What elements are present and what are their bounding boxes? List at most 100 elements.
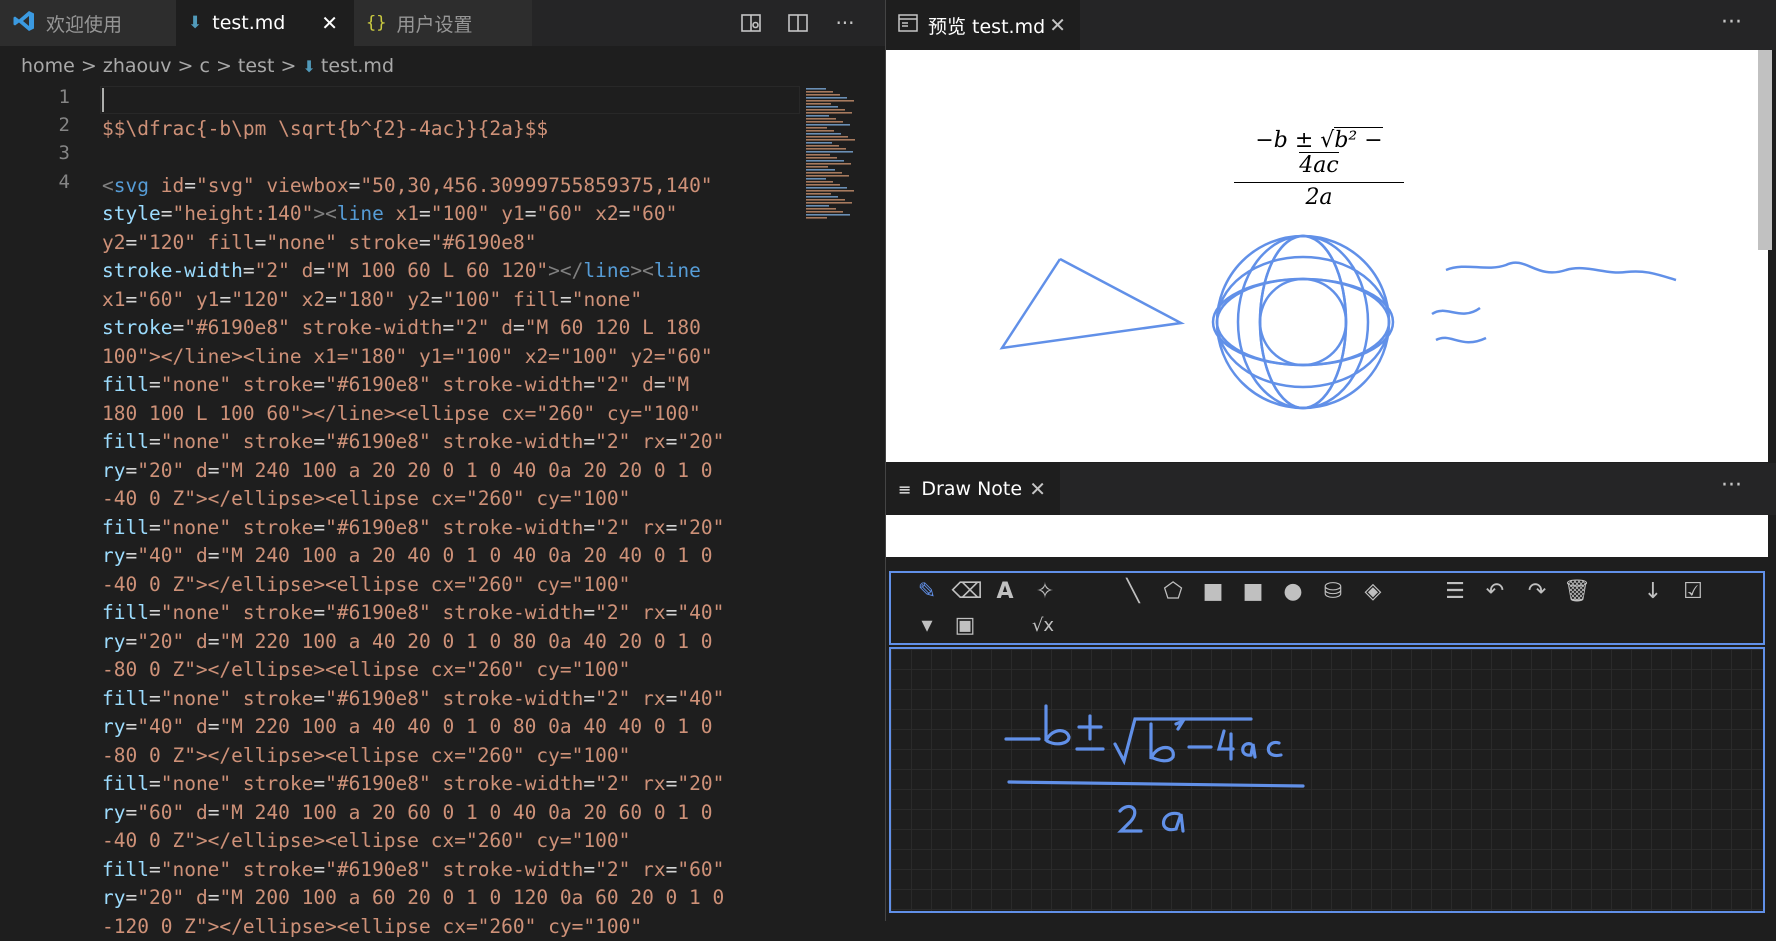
pencil-icon[interactable]: ✎: [913, 577, 941, 605]
code-wrapped-line: y2="120" fill="none" stroke="#6190e8": [102, 229, 802, 258]
tab-draw-note[interactable]: ≡ Draw Note ✕: [886, 463, 1060, 515]
draw-toolbar: ✎ ⌫ A ✧ ╲ ⬠ ■ ■ ● ⛁ ◈ ☰ ↶ ↷ 🗑 ↓ ☑ ▾ ▣ √x: [889, 571, 1765, 645]
filled-rectangle-icon[interactable]: ■: [1239, 577, 1267, 605]
more-actions-icon[interactable]: ···: [1721, 10, 1742, 35]
tab-test-md[interactable]: ⬇ test.md ✕: [176, 0, 354, 46]
sqrt-x-icon[interactable]: √x: [1029, 611, 1057, 639]
vscode-logo-icon: [12, 9, 36, 38]
code-wrapped-line: ry="20" d="M 220 100 a 40 20 0 1 0 80 0a…: [102, 628, 802, 657]
breadcrumb-item[interactable]: zhaouv: [103, 55, 172, 77]
minimap-line: [806, 112, 852, 114]
close-icon[interactable]: ✕: [1029, 477, 1046, 501]
preview-icon: [898, 14, 918, 37]
tab-welcome[interactable]: 欢迎使用: [0, 0, 176, 46]
undo-icon[interactable]: ↶: [1481, 577, 1509, 605]
markdown-preview[interactable]: [886, 50, 1768, 462]
drawing-canvas[interactable]: [889, 647, 1765, 913]
line-number: 2: [0, 114, 70, 136]
cylinder-icon[interactable]: ⛁: [1319, 577, 1347, 605]
minimap-line: [806, 196, 838, 198]
tab-user-settings[interactable]: {} 用户设置: [354, 0, 532, 46]
formula-numerator: −b ±: [1255, 128, 1313, 153]
line-icon[interactable]: ╲: [1119, 577, 1147, 605]
wave-stroke: [1436, 338, 1486, 342]
preview-drawing: [886, 50, 1768, 462]
record-icon[interactable]: ▣: [951, 611, 979, 639]
minimap-line: [806, 127, 827, 129]
code-wrapped-line: ry="20" d="M 240 100 a 20 20 0 1 0 40 0a…: [102, 457, 802, 486]
circle-icon[interactable]: ●: [1279, 577, 1307, 605]
breadcrumb-item[interactable]: test.md: [321, 55, 394, 77]
minimap-line: [806, 154, 830, 156]
code-wrapped-line: fill="none" stroke="#6190e8" stroke-widt…: [102, 685, 802, 714]
minimap-line: [806, 94, 840, 96]
download-icon[interactable]: ↓: [1639, 577, 1667, 605]
code-wrapped-line: fill="none" stroke="#6190e8" stroke-widt…: [102, 856, 802, 885]
minimap-line: [806, 169, 835, 171]
minimap-line: [806, 163, 851, 165]
trash-icon[interactable]: 🗑: [1563, 577, 1591, 605]
draw-note-input-area[interactable]: [886, 515, 1768, 557]
minimap-line: [806, 145, 839, 147]
checkbox-icon[interactable]: ☑: [1679, 577, 1707, 605]
line-number: 4: [0, 171, 70, 193]
close-icon[interactable]: ✕: [321, 11, 338, 35]
tab-preview[interactable]: 预览 test.md ✕: [886, 0, 1080, 50]
text-icon[interactable]: A: [991, 577, 1019, 605]
minimap-line: [806, 205, 829, 207]
minimap-line: [806, 130, 834, 132]
breadcrumb: home > zhaouv > c > test > ⬇ test.md: [0, 46, 885, 86]
eraser-icon[interactable]: ⌫: [953, 577, 981, 605]
minimap-line: [806, 103, 831, 105]
minimap-line: [806, 142, 832, 144]
handwritten-formula: [891, 649, 1763, 911]
code-wrapped-line: fill="none" stroke="#6190e8" stroke-widt…: [102, 599, 802, 628]
code-wrapped-line: ry="40" d="M 220 100 a 40 40 0 1 0 80 0a…: [102, 713, 802, 742]
minimap-line: [806, 199, 845, 201]
line-number: 3: [0, 142, 70, 164]
sliders-icon[interactable]: ☰: [1441, 577, 1469, 605]
minimap-line: [806, 175, 849, 177]
tab-label: Draw Note: [921, 478, 1022, 500]
code-wrapped-line: -80 0 Z"></ellipse><ellipse cx="260" cy=…: [102, 742, 802, 771]
tab-label: 用户设置: [396, 10, 472, 37]
close-icon[interactable]: ✕: [1049, 13, 1066, 37]
polygon-icon[interactable]: ⬠: [1159, 577, 1187, 605]
preview-scrollbar[interactable]: [1758, 50, 1772, 250]
breadcrumb-item[interactable]: test: [238, 55, 275, 77]
magic-wand-icon[interactable]: ✧: [1031, 577, 1059, 605]
redo-icon[interactable]: ↷: [1523, 577, 1551, 605]
open-preview-side-icon[interactable]: [738, 10, 764, 36]
more-actions-icon[interactable]: ···: [1721, 473, 1742, 498]
minimap-line: [806, 115, 829, 117]
preview-tab-bar: 预览 test.md ✕ ···: [886, 0, 1776, 50]
minimap-line: [806, 151, 853, 153]
code-wrapped-line: ry="20" d="M 200 100 a 60 20 0 1 0 120 0…: [102, 884, 802, 913]
rendered-formula: −b ± √b² − 4ac 2a: [1234, 128, 1404, 210]
code-wrapped-line: stroke="#6190e8" stroke-width="2" d="M 6…: [102, 314, 802, 343]
code-wrapped-line: -80 0 Z"></ellipse><ellipse cx="260" cy=…: [102, 656, 802, 685]
code-wrapped-line: -40 0 Z"></ellipse><ellipse cx="260" cy=…: [102, 827, 802, 856]
triangle-shape: [1002, 259, 1181, 348]
breadcrumb-item[interactable]: home: [21, 55, 75, 77]
code-wrapped-line: ry="40" d="M 240 100 a 20 40 0 1 0 40 0a…: [102, 542, 802, 571]
breadcrumb-item[interactable]: c: [199, 55, 209, 77]
code-wrapped-line: <svg id="svg" viewbox="50,30,456.3099975…: [102, 172, 802, 201]
layers-icon[interactable]: ◈: [1359, 577, 1387, 605]
tab-label: test.md: [212, 12, 285, 34]
collapse-icon[interactable]: ▾: [913, 611, 941, 639]
minimap-line: [806, 157, 837, 159]
minimap-line: [806, 106, 838, 108]
formula-denominator: 2a: [1234, 183, 1404, 210]
code-editor[interactable]: 1 2 3 4 $$\dfrac{-b\pm \sqrt{b^{2}-4ac}}…: [0, 86, 885, 921]
sphere-shape: [1213, 236, 1393, 408]
minimap-line: [806, 208, 836, 210]
minimap[interactable]: [804, 86, 856, 226]
code-line-3: [102, 143, 802, 172]
more-actions-icon[interactable]: ···: [832, 10, 858, 36]
code-content[interactable]: $$\dfrac{-b\pm \sqrt{b^{2}-4ac}}{2a}$$ <…: [102, 86, 802, 941]
minimap-line: [806, 184, 840, 186]
code-wrapped-line: -40 0 Z"></ellipse><ellipse cx="260" cy=…: [102, 485, 802, 514]
split-editor-icon[interactable]: [785, 10, 811, 36]
rectangle-icon[interactable]: ■: [1199, 577, 1227, 605]
